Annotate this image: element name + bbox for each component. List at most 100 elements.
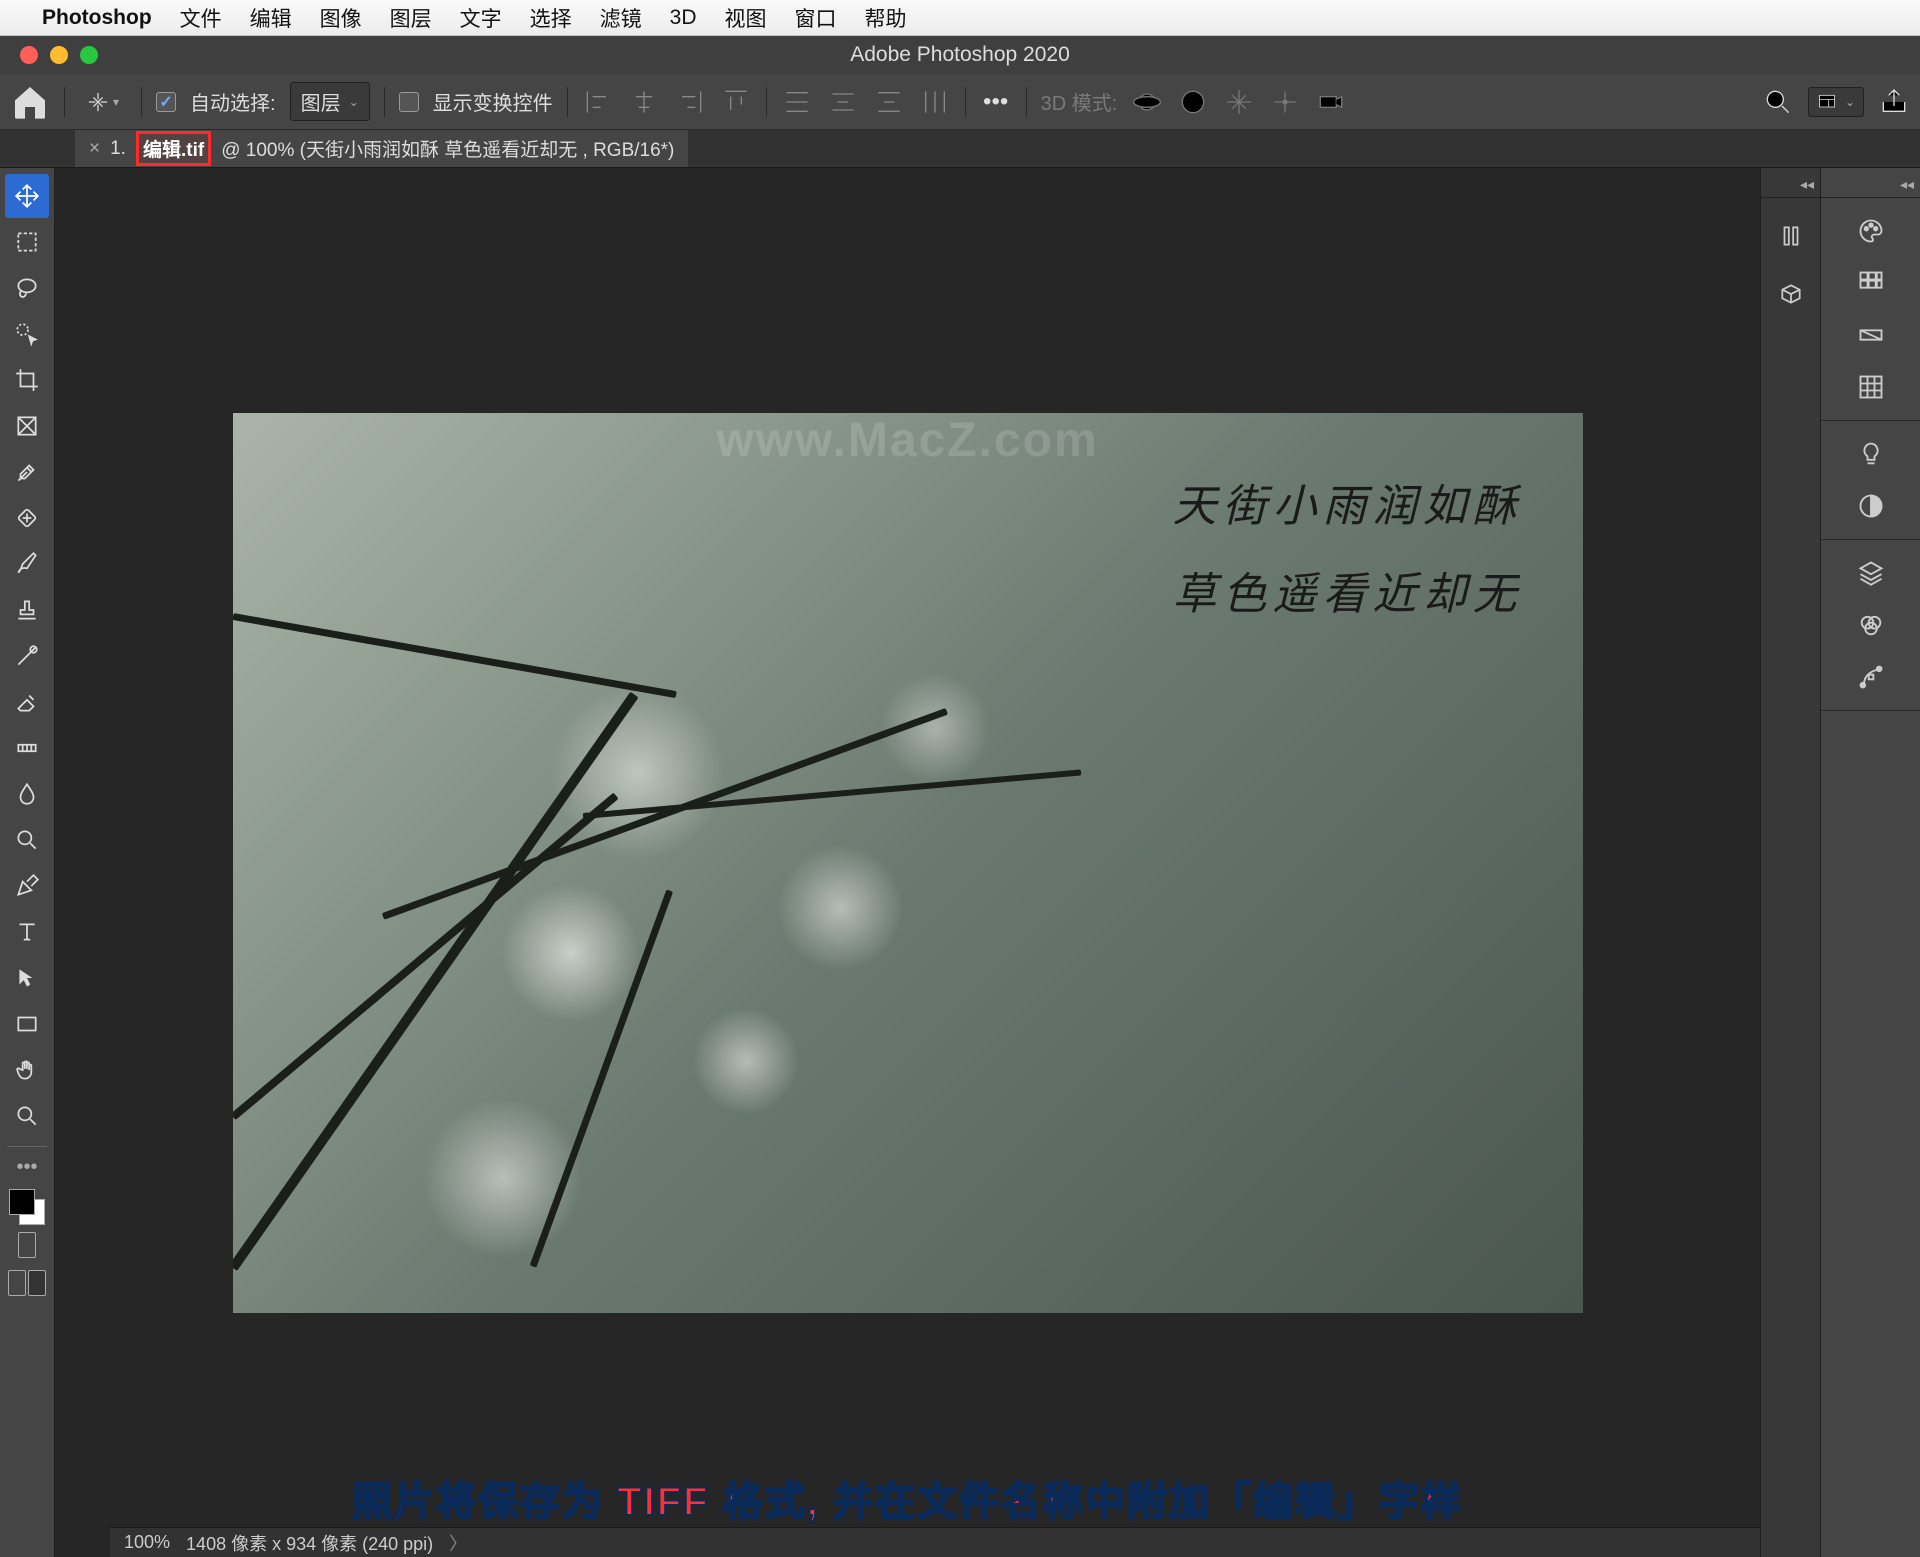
path-select-tool[interactable] bbox=[5, 956, 49, 1000]
poem-text: 天街小雨润如酥 草色遥看近却无 bbox=[1173, 463, 1523, 639]
menu-image[interactable]: 图像 bbox=[320, 3, 362, 33]
healing-brush-tool[interactable] bbox=[5, 496, 49, 540]
color-swatch[interactable] bbox=[9, 1189, 45, 1225]
menubar-app-name[interactable]: Photoshop bbox=[42, 6, 152, 30]
window-title: Adobe Photoshop 2020 bbox=[850, 43, 1070, 67]
menu-file[interactable]: 文件 bbox=[180, 3, 222, 33]
document-tab[interactable]: × 1. 编辑.tif @ 100% (天街小雨润如酥 草色遥看近却无 , RG… bbox=[75, 130, 688, 167]
eyedropper-tool[interactable] bbox=[5, 450, 49, 494]
patterns-panel-icon[interactable] bbox=[1852, 368, 1890, 406]
rectangle-tool[interactable] bbox=[5, 1002, 49, 1046]
divider bbox=[384, 87, 385, 117]
status-bar: 100% 1408 像素 x 934 像素 (240 ppi) 〉 bbox=[110, 1527, 1760, 1557]
distribute-vcenter-icon[interactable] bbox=[827, 86, 859, 118]
auto-select-checkbox[interactable] bbox=[156, 92, 176, 112]
orbit-3d-icon[interactable] bbox=[1131, 86, 1163, 118]
watermark-text: www.MacZ.com bbox=[716, 413, 1098, 468]
show-transform-checkbox[interactable] bbox=[399, 92, 419, 112]
divider bbox=[965, 87, 966, 117]
layers-panel-icon[interactable] bbox=[1852, 554, 1890, 592]
slide-3d-icon[interactable] bbox=[1269, 86, 1301, 118]
tab-filename-highlight: 编辑.tif bbox=[136, 131, 211, 166]
eraser-tool[interactable] bbox=[5, 680, 49, 724]
close-tab-icon[interactable]: × bbox=[89, 138, 100, 160]
chevron-right-icon[interactable]: 〉 bbox=[449, 1530, 467, 1556]
more-options-icon[interactable]: ••• bbox=[980, 86, 1012, 118]
align-right-icon[interactable] bbox=[674, 86, 706, 118]
edit-toolbar-icon[interactable]: ••• bbox=[5, 1155, 49, 1179]
hand-tool[interactable] bbox=[5, 1048, 49, 1092]
chevron-down-icon: ▾ bbox=[113, 95, 119, 109]
divider bbox=[141, 87, 142, 117]
expand-dock-icon[interactable]: ◂◂ bbox=[1761, 176, 1820, 198]
search-icon[interactable] bbox=[1762, 86, 1794, 118]
menu-3d[interactable]: 3D bbox=[670, 6, 697, 30]
color-panel-icon[interactable] bbox=[1852, 212, 1890, 250]
home-button[interactable] bbox=[10, 82, 50, 122]
quick-select-tool[interactable] bbox=[5, 312, 49, 356]
blur-tool[interactable] bbox=[5, 772, 49, 816]
auto-select-target-dropdown[interactable]: 图层 ⌄ bbox=[290, 82, 370, 121]
menu-filter[interactable]: 滤镜 bbox=[600, 3, 642, 33]
menu-view[interactable]: 视图 bbox=[725, 3, 767, 33]
poem-line-2: 草色遥看近却无 bbox=[1173, 551, 1523, 639]
divider bbox=[766, 87, 767, 117]
poem-line-1: 天街小雨润如酥 bbox=[1173, 463, 1523, 551]
expand-panels-icon[interactable]: ◂◂ bbox=[1821, 176, 1920, 198]
screenmode-toggle[interactable] bbox=[5, 1265, 49, 1301]
paths-panel-icon[interactable] bbox=[1852, 658, 1890, 696]
right-panels-dock: ◂◂ bbox=[1820, 168, 1920, 1557]
properties-panel-icon[interactable] bbox=[1771, 216, 1811, 256]
frame-tool[interactable] bbox=[5, 404, 49, 448]
pan-3d-icon[interactable] bbox=[1223, 86, 1255, 118]
menu-select[interactable]: 选择 bbox=[530, 3, 572, 33]
document-canvas[interactable]: www.MacZ.com 天街小雨润如酥 草色遥看近却无 bbox=[233, 413, 1583, 1313]
window-close-button[interactable] bbox=[20, 46, 38, 64]
learn-panel-icon[interactable] bbox=[1852, 435, 1890, 473]
quickmask-toggle[interactable] bbox=[5, 1227, 49, 1263]
distribute-h-icon[interactable] bbox=[919, 86, 951, 118]
move-tool[interactable] bbox=[5, 174, 49, 218]
menu-type[interactable]: 文字 bbox=[460, 3, 502, 33]
align-left-icon[interactable] bbox=[582, 86, 614, 118]
window-zoom-button[interactable] bbox=[80, 46, 98, 64]
foreground-color[interactable] bbox=[9, 1189, 35, 1215]
menu-window[interactable]: 窗口 bbox=[795, 3, 837, 33]
menu-edit[interactable]: 编辑 bbox=[250, 3, 292, 33]
libraries-panel-icon[interactable] bbox=[1771, 274, 1811, 314]
gradient-tool[interactable] bbox=[5, 726, 49, 770]
menu-help[interactable]: 帮助 bbox=[865, 3, 907, 33]
channels-panel-icon[interactable] bbox=[1852, 606, 1890, 644]
zoom-tool[interactable] bbox=[5, 1094, 49, 1138]
gradients-panel-icon[interactable] bbox=[1852, 316, 1890, 354]
camera-3d-icon[interactable] bbox=[1315, 86, 1347, 118]
stamp-tool[interactable] bbox=[5, 588, 49, 632]
history-brush-tool[interactable] bbox=[5, 634, 49, 678]
adjustments-panel-icon[interactable] bbox=[1852, 487, 1890, 525]
workspace-switcher[interactable]: ⌄ bbox=[1808, 87, 1864, 117]
share-icon[interactable] bbox=[1878, 86, 1910, 118]
type-tool[interactable] bbox=[5, 910, 49, 954]
document-dimensions[interactable]: 1408 像素 x 934 像素 (240 ppi) bbox=[186, 1530, 433, 1556]
canvas-area[interactable]: www.MacZ.com 天街小雨润如酥 草色遥看近却无 照片将保存为 TIFF… bbox=[55, 168, 1760, 1557]
options-bar: ▾ 自动选择: 图层 ⌄ 显示变换控件 ••• 3D 模式: ⌄ bbox=[0, 74, 1920, 130]
pen-tool[interactable] bbox=[5, 864, 49, 908]
menu-layer[interactable]: 图层 bbox=[390, 3, 432, 33]
roll-3d-icon[interactable] bbox=[1177, 86, 1209, 118]
brush-tool[interactable] bbox=[5, 542, 49, 586]
align-hcenter-icon[interactable] bbox=[628, 86, 660, 118]
swatches-panel-icon[interactable] bbox=[1852, 264, 1890, 302]
zoom-level[interactable]: 100% bbox=[124, 1532, 170, 1553]
divider bbox=[567, 87, 568, 117]
current-tool-indicator[interactable]: ▾ bbox=[79, 91, 127, 113]
crop-tool[interactable] bbox=[5, 358, 49, 402]
marquee-tool[interactable] bbox=[5, 220, 49, 264]
lasso-tool[interactable] bbox=[5, 266, 49, 310]
distribute-top-icon[interactable] bbox=[781, 86, 813, 118]
distribute-bottom-icon[interactable] bbox=[873, 86, 905, 118]
align-top-icon[interactable] bbox=[720, 86, 752, 118]
annotation-caption: 照片将保存为 TIFF 格式, 并在文件名称中附加「编辑」字样 bbox=[352, 1469, 1463, 1527]
show-transform-label: 显示变换控件 bbox=[433, 87, 553, 116]
dodge-tool[interactable] bbox=[5, 818, 49, 862]
window-minimize-button[interactable] bbox=[50, 46, 68, 64]
